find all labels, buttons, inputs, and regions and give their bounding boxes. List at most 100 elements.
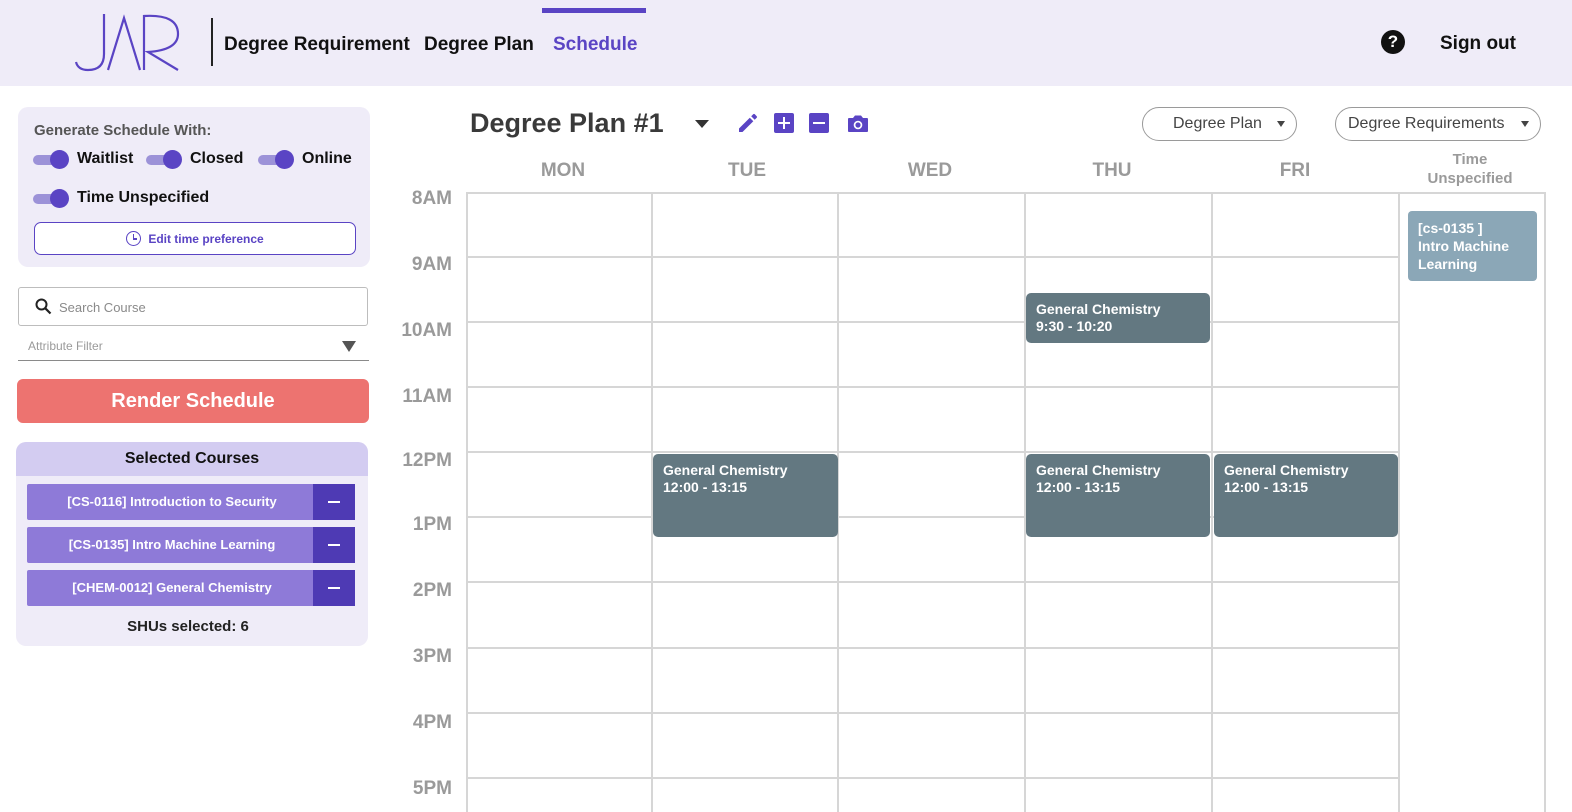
course-label: [CHEM-0012] General Chemistry: [72, 580, 272, 595]
course-event[interactable]: General Chemistry 12:00 - 13:15: [1214, 454, 1398, 537]
hour-label: 2PM: [412, 580, 452, 601]
toggle-label: Online: [302, 150, 352, 167]
toggle-waitlist[interactable]: Waitlist: [33, 150, 134, 169]
top-navigation: Degree Requirement Degree Plan Schedule …: [0, 0, 1572, 86]
attribute-filter-label: Attribute Filter: [28, 339, 103, 353]
generate-schedule-panel: Generate Schedule With: Waitlist Closed …: [18, 107, 370, 267]
edit-pencil-icon[interactable]: [736, 111, 760, 135]
selected-course-row: [CS-0116] Introduction to Security: [27, 484, 355, 520]
course-label: [CS-0116] Introduction to Security: [67, 494, 277, 509]
remove-course-button[interactable]: [313, 570, 355, 606]
toggle-time-unspecified[interactable]: Time Unspecified: [33, 189, 210, 208]
hour-label: 8AM: [411, 188, 452, 209]
selected-courses-title: Selected Courses: [16, 442, 368, 476]
help-icon[interactable]: ?: [1381, 30, 1405, 54]
grid-line: [466, 386, 1400, 388]
add-plan-icon[interactable]: [772, 111, 796, 135]
search-icon: [35, 298, 52, 315]
grid-line: [1544, 192, 1546, 812]
day-header-fri: FRI: [1279, 160, 1311, 181]
plan-select-caret-icon[interactable]: [695, 120, 709, 128]
grid-line: [466, 256, 1400, 258]
search-course-box[interactable]: [18, 287, 368, 326]
camera-icon[interactable]: [846, 111, 870, 135]
switch-icon[interactable]: [33, 189, 69, 208]
degree-plan-dropdown[interactable]: Degree Plan: [1142, 107, 1297, 141]
grid-line: [466, 647, 1400, 649]
minus-icon: [328, 501, 340, 503]
grid-line: [466, 192, 1546, 194]
hour-label: 4PM: [412, 712, 452, 733]
header-line: Time: [1452, 151, 1488, 168]
switch-icon[interactable]: [146, 150, 182, 169]
course-event[interactable]: General Chemistry 12:00 - 13:15: [653, 454, 838, 537]
sign-out-link[interactable]: Sign out: [1440, 33, 1516, 55]
course-event[interactable]: General Chemistry 9:30 - 10:20: [1026, 293, 1210, 343]
switch-icon[interactable]: [33, 150, 69, 169]
hour-label: 5PM: [412, 778, 452, 799]
caret-down-icon: [1521, 121, 1529, 127]
caret-down-icon: [1277, 121, 1285, 127]
day-header-mon: MON: [540, 160, 586, 181]
course-code: [cs-0135 ]: [1418, 220, 1483, 236]
header-line: Unspecified: [1427, 170, 1513, 187]
logo-divider: [211, 18, 213, 66]
toggle-closed[interactable]: Closed: [146, 150, 244, 169]
grid-line: [1398, 192, 1400, 812]
time-unspecified-header: Time Unspecified: [1400, 150, 1540, 188]
shus-selected-count: SHUs selected: 6: [127, 618, 249, 635]
dropdown-label: Degree Plan: [1173, 115, 1262, 132]
render-schedule-button[interactable]: Render Schedule: [17, 379, 369, 423]
hour-label: 12PM: [402, 450, 452, 471]
generate-title: Generate Schedule With:: [34, 122, 212, 139]
day-header-thu: THU: [1092, 160, 1132, 181]
event-time: 12:00 - 13:15: [663, 479, 748, 495]
event-name: General Chemistry: [1036, 462, 1161, 478]
event-time: 12:00 - 13:15: [1036, 479, 1121, 495]
nav-degree-plan[interactable]: Degree Plan: [424, 34, 534, 56]
event-name: General Chemistry: [1224, 462, 1349, 478]
course-label: [CS-0135] Intro Machine Learning: [68, 537, 276, 552]
hour-label: 9AM: [411, 254, 452, 275]
switch-icon[interactable]: [258, 150, 294, 169]
degree-requirements-dropdown[interactable]: Degree Requirements: [1335, 107, 1541, 141]
course-name: Intro Machine Learning: [1418, 238, 1510, 272]
grid-line: [466, 451, 1400, 453]
toggle-label: Waitlist: [77, 150, 134, 167]
grid-line: [466, 321, 1400, 323]
grid-line: [466, 712, 1400, 714]
remove-course-button[interactable]: [313, 484, 355, 520]
minus-icon: [328, 544, 340, 546]
grid-line: [466, 581, 1400, 583]
remove-plan-icon[interactable]: [807, 111, 831, 135]
time-unspecified-course[interactable]: [cs-0135 ] Intro Machine Learning: [1408, 211, 1537, 281]
selected-course-row: [CS-0135] Intro Machine Learning: [27, 527, 355, 563]
toggle-label: Time Unspecified: [77, 189, 210, 206]
course-event[interactable]: General Chemistry 12:00 - 13:15: [1026, 454, 1210, 537]
active-tab-indicator: [542, 8, 646, 13]
dropdown-label: Degree Requirements: [1348, 115, 1505, 132]
caret-down-icon[interactable]: [342, 341, 356, 352]
hour-label: 10AM: [401, 320, 452, 341]
toggle-online[interactable]: Online: [258, 150, 352, 169]
grid-line: [466, 777, 1400, 779]
grid-line: [466, 192, 468, 812]
event-name: General Chemistry: [1036, 301, 1161, 317]
attribute-filter-select[interactable]: Attribute Filter: [18, 332, 369, 361]
remove-course-button[interactable]: [313, 527, 355, 563]
nav-schedule[interactable]: Schedule: [553, 34, 637, 56]
grid-line: [1211, 192, 1213, 812]
nav-degree-requirement[interactable]: Degree Requirement: [224, 34, 410, 56]
edit-time-preference-button[interactable]: Edit time preference: [34, 222, 356, 255]
hour-label: 11AM: [402, 386, 452, 407]
event-name: General Chemistry: [663, 462, 788, 478]
hour-label: 1PM: [412, 514, 452, 535]
search-input[interactable]: [59, 296, 354, 318]
clock-icon: [126, 231, 142, 246]
plan-title: Degree Plan #1: [470, 108, 664, 138]
hour-label: 3PM: [412, 646, 452, 667]
jar-logo[interactable]: [74, 12, 184, 72]
event-time: 9:30 - 10:20: [1036, 318, 1113, 334]
toggle-label: Closed: [190, 150, 244, 167]
day-header-wed: WED: [907, 160, 953, 181]
